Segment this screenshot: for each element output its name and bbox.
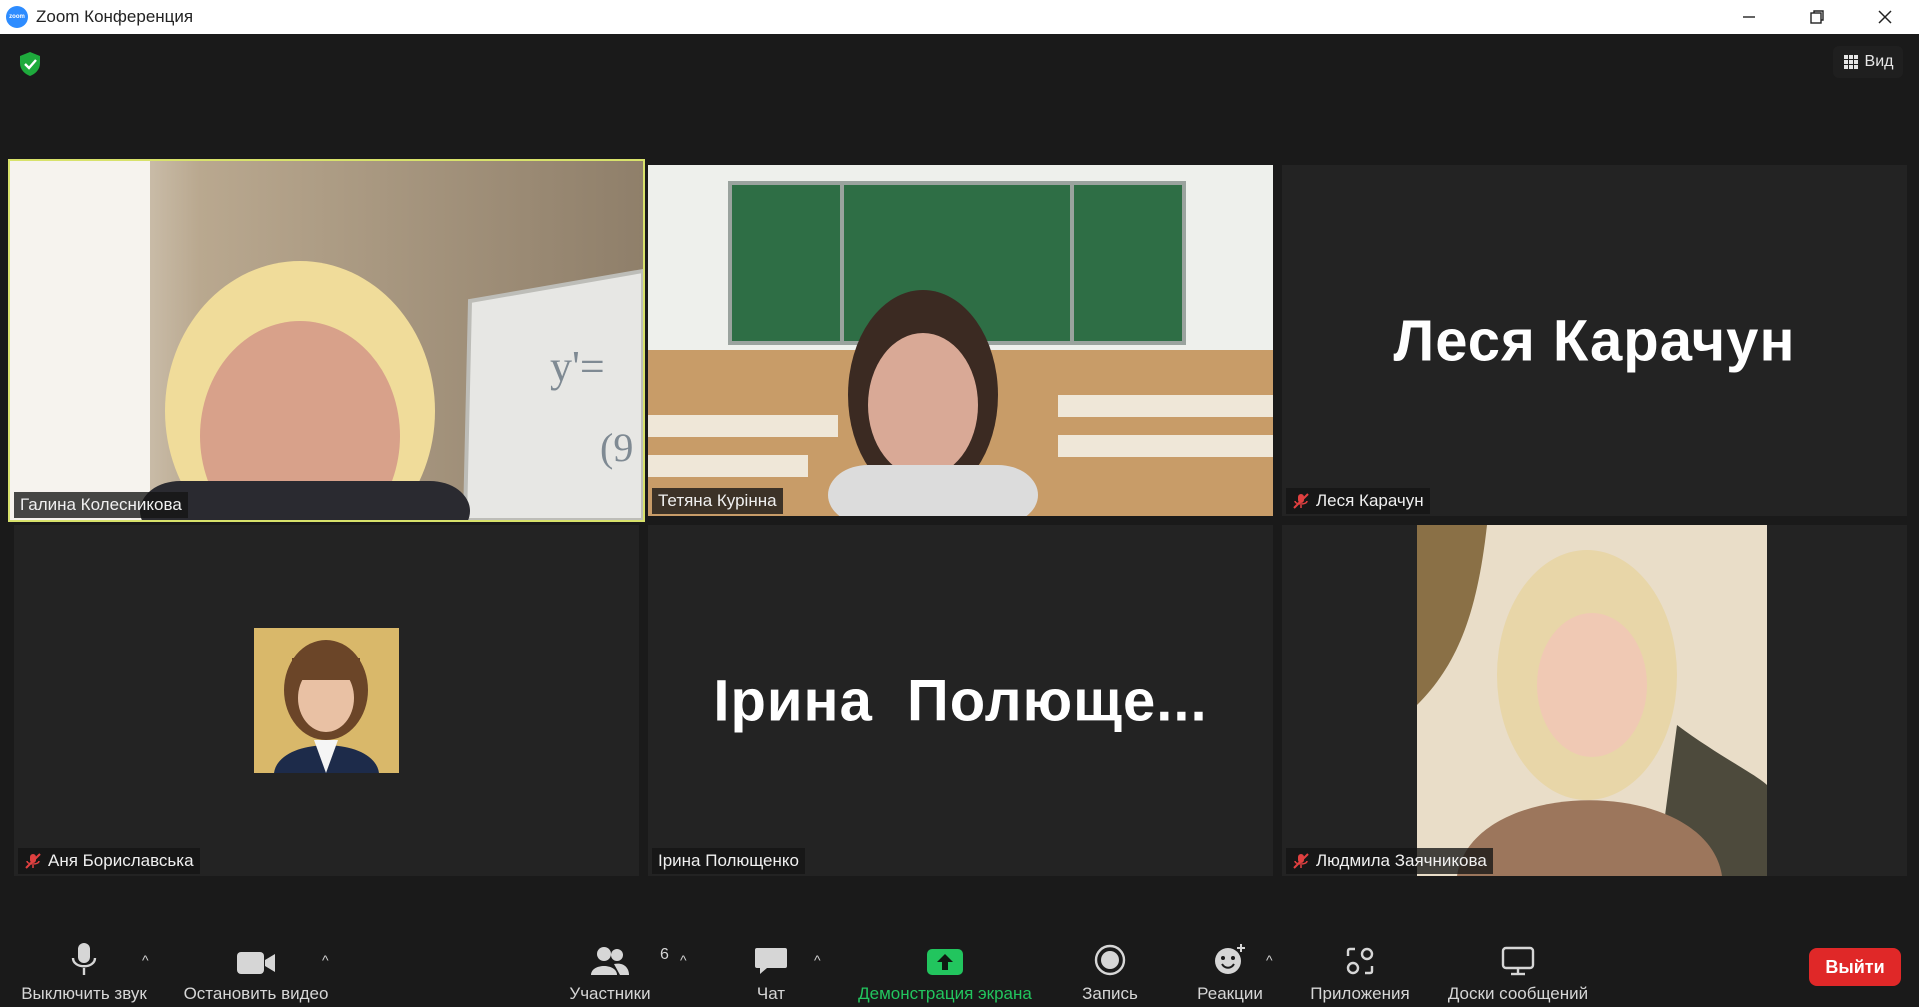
security-shield-icon[interactable] xyxy=(16,50,44,78)
apps-label: Приложения xyxy=(1310,984,1410,1003)
participant-video xyxy=(1417,525,1767,876)
video-tile[interactable]: y'= (9 Галина Колесникова xyxy=(8,159,645,522)
participant-nameplate: Тетяна Курінна xyxy=(652,488,783,514)
video-tile[interactable]: Леся Карачун Леся Карачун xyxy=(1282,165,1907,516)
window-title: Zoom Конференция xyxy=(36,7,194,26)
participant-name: Леся Карачун xyxy=(1316,491,1424,510)
participants-count: 6 xyxy=(660,946,669,963)
participant-name: Тетяна Курінна xyxy=(658,491,777,510)
stop-video-label: Остановить видео xyxy=(183,984,329,1003)
participant-nameplate: Людмила Заячникова xyxy=(1286,848,1493,874)
title-bar: zoom Zoom Конференция xyxy=(0,0,1919,34)
participant-nameplate: Ірина Полющенко xyxy=(652,848,805,874)
video-tile[interactable]: Аня Бориславська xyxy=(14,525,639,876)
participant-video xyxy=(648,165,1273,516)
leave-button[interactable]: Выйти xyxy=(1809,948,1901,986)
svg-text:(9: (9 xyxy=(600,425,633,470)
record-button[interactable]: Запись xyxy=(1070,940,1150,1004)
meeting-area: Вид y'= (9 Галина Колесникова Тетяна Кур… xyxy=(0,34,1919,922)
participants-label: Участники xyxy=(569,984,651,1003)
video-options-chevron-up-icon[interactable]: ^ xyxy=(322,952,329,968)
chat-bubble-icon xyxy=(755,948,787,974)
participant-name: Людмила Заячникова xyxy=(1316,851,1487,870)
microphone-icon xyxy=(71,943,97,975)
minimize-icon xyxy=(1743,16,1755,18)
record-icon xyxy=(1094,944,1126,976)
chat-label: Чат xyxy=(756,984,786,1003)
participants-options-chevron-up-icon[interactable]: ^ xyxy=(680,952,687,968)
close-button[interactable] xyxy=(1851,0,1919,34)
share-screen-button[interactable]: Демонстрация экрана xyxy=(848,940,1042,1004)
view-button[interactable]: Вид xyxy=(1833,46,1903,78)
stop-video-button[interactable]: Остановить видео xyxy=(176,940,336,1004)
close-icon xyxy=(1878,10,1892,24)
reactions-label: Реакции xyxy=(1197,984,1263,1003)
audio-options-chevron-up-icon[interactable]: ^ xyxy=(142,952,149,968)
participant-nameplate: Леся Карачун xyxy=(1286,488,1430,514)
participant-nameplate: Аня Бориславська xyxy=(18,848,200,874)
participant-display-name: Леся Карачун xyxy=(1393,308,1796,373)
participant-nameplate: Галина Колесникова xyxy=(14,492,188,518)
participants-button[interactable]: 6 Участники xyxy=(560,940,669,1004)
avatar xyxy=(254,628,399,773)
video-tile[interactable]: Ірина Полюще... Ірина Полющенко xyxy=(648,525,1273,876)
record-label: Запись xyxy=(1082,984,1138,1003)
share-screen-label: Демонстрация экрана xyxy=(858,984,1032,1003)
whiteboards-button[interactable]: Доски сообщений xyxy=(1438,940,1598,1004)
video-camera-icon xyxy=(237,952,275,974)
view-label: Вид xyxy=(1864,53,1894,70)
reactions-button[interactable]: Реакции xyxy=(1188,940,1272,1004)
participant-name: Галина Колесникова xyxy=(20,495,182,514)
participant-name: Аня Бориславська xyxy=(48,851,194,870)
video-tile[interactable]: Людмила Заячникова xyxy=(1282,525,1907,876)
whiteboard-icon xyxy=(1501,946,1535,976)
mic-muted-icon xyxy=(1293,493,1309,509)
reactions-options-chevron-up-icon[interactable]: ^ xyxy=(1266,952,1273,968)
participant-video: y'= (9 xyxy=(10,161,643,520)
chat-button[interactable]: Чат xyxy=(741,940,801,1004)
participant-display-name: Ірина Полюще... xyxy=(713,668,1208,733)
mute-label: Выключить звук xyxy=(21,984,147,1003)
whiteboards-label: Доски сообщений xyxy=(1447,984,1589,1003)
participant-name: Ірина Полющенко xyxy=(658,851,799,870)
apps-button[interactable]: Приложения xyxy=(1300,940,1420,1004)
restore-icon xyxy=(1810,10,1824,24)
video-tile[interactable]: Тетяна Курінна xyxy=(648,165,1273,516)
reactions-smiley-icon xyxy=(1215,944,1245,974)
mute-button[interactable]: Выключить звук xyxy=(14,940,154,1004)
mic-muted-icon xyxy=(1293,853,1309,869)
share-screen-icon xyxy=(927,949,963,975)
mic-muted-icon xyxy=(25,853,41,869)
minimize-button[interactable] xyxy=(1715,0,1783,34)
chat-options-chevron-up-icon[interactable]: ^ xyxy=(814,952,821,968)
zoom-logo-icon: zoom xyxy=(6,6,28,28)
meeting-toolbar: Выключить звук ^ Остановить видео ^ 6 Уч… xyxy=(0,922,1919,1007)
grid-icon xyxy=(1843,55,1858,69)
svg-text:y'=: y'= xyxy=(550,342,605,391)
apps-icon xyxy=(1346,947,1374,975)
participants-icon xyxy=(591,947,629,975)
restore-button[interactable] xyxy=(1783,0,1851,34)
